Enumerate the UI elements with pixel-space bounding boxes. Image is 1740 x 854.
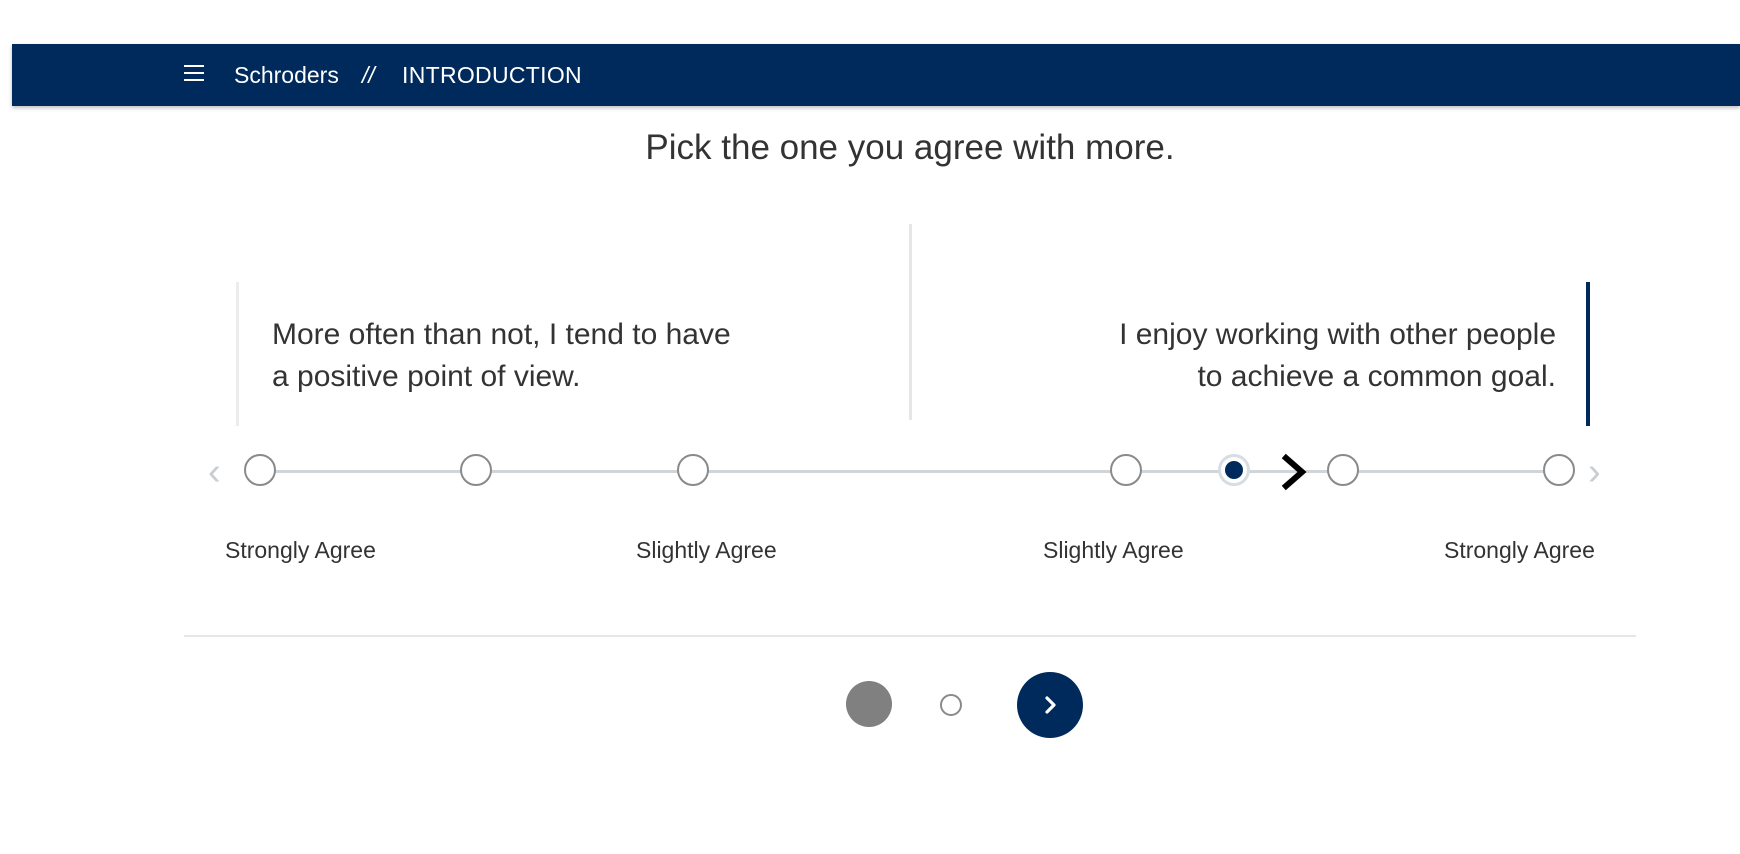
chevron-right-icon [1045,696,1056,714]
scale-option-5-selected[interactable] [1218,454,1250,486]
chevron-left-icon[interactable]: ‹ [208,452,221,492]
statement-left-line-2: a positive point of view. [272,360,581,393]
section-title: INTRODUCTION [402,62,582,88]
hamburger-menu-icon[interactable] [184,63,206,83]
survey-page: Schroders // INTRODUCTION Pick the one y… [0,0,1740,854]
scale-option-3[interactable] [677,454,709,486]
brand-name[interactable]: Schroders [234,61,339,89]
selection-pointer-chevron-icon [1281,453,1307,491]
scale-label-right-strong: Strongly Agree [1444,537,1595,563]
statement-left-line-1: More often than not, I tend to have [272,318,731,351]
next-button[interactable] [1017,672,1083,738]
pager-dot[interactable] [940,694,962,716]
question-prompt: Pick the one you agree with more. [645,128,1175,167]
scale-option-6[interactable] [1327,454,1359,486]
statement-right-card[interactable]: I enjoy working with other people to ach… [1060,282,1590,426]
statement-right-line-1: I enjoy working with other people [1119,318,1556,351]
footer-divider [184,635,1636,637]
scale-option-2[interactable] [460,454,492,486]
breadcrumb-separator: // [362,62,375,88]
scale-option-4[interactable] [1110,454,1142,486]
scale-option-1[interactable] [244,454,276,486]
statement-left-text: More often than not, I tend to have a po… [272,314,752,398]
top-navigation-bar: Schroders // INTRODUCTION [12,44,1740,106]
statement-right-line-2: to achieve a common goal. [1197,360,1556,393]
chevron-right-icon[interactable]: › [1588,452,1601,492]
statement-right-text: I enjoy working with other people to ach… [1056,314,1556,398]
statement-divider [909,224,912,420]
pager-dot-current[interactable] [846,681,892,727]
scale-label-left-strong: Strongly Agree [225,537,376,563]
statement-left-card[interactable]: More often than not, I tend to have a po… [236,282,759,426]
scale-label-left-slight: Slightly Agree [636,537,777,563]
scale-option-7[interactable] [1543,454,1575,486]
scale-label-right-slight: Slightly Agree [1043,537,1184,563]
agreement-scale-track [260,470,1560,473]
